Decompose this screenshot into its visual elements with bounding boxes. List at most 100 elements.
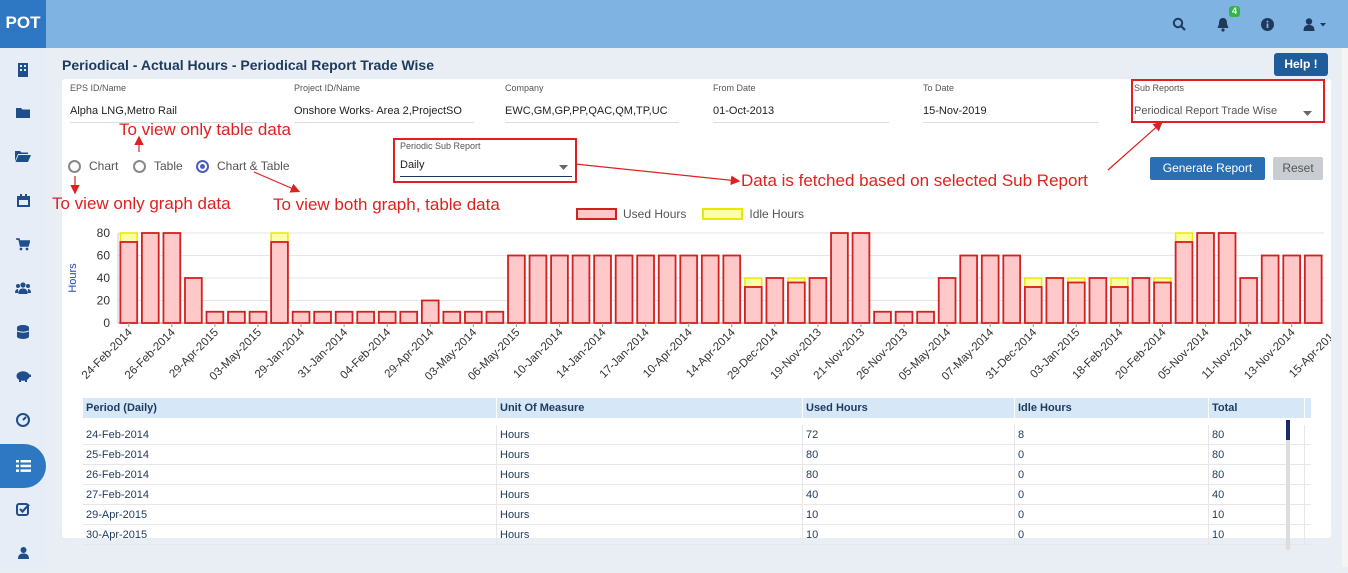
user-icon	[17, 547, 29, 559]
company-field[interactable]: Company EWC,GM,GP,PP,QAC,QM,TP,UC	[505, 83, 679, 123]
radio-table-label: Table	[154, 159, 183, 173]
sidebar-item-profile[interactable]	[0, 533, 46, 573]
help-button[interactable]: Help !	[1274, 53, 1328, 76]
cell-period: 29-Apr-2015	[83, 505, 497, 524]
radio-chart-dot[interactable]	[68, 159, 81, 173]
eps-field[interactable]: EPS ID/Name Alpha LNG,Metro Rail	[70, 83, 266, 123]
bar-used	[614, 254, 634, 324]
cell-idle: 0	[1015, 505, 1209, 524]
cell-idle: 0	[1015, 525, 1209, 544]
sidebar-item-folder[interactable]	[0, 92, 46, 132]
cell-idle: 0	[1015, 445, 1209, 464]
to-date-label: To Date	[923, 83, 955, 93]
bar-used	[1131, 277, 1151, 324]
radio-chart[interactable]: Chart	[68, 159, 118, 173]
bar-used	[485, 310, 505, 324]
bar-used	[334, 310, 354, 324]
from-date-field[interactable]: From Date 01-Oct-2013	[713, 83, 889, 123]
to-date-field[interactable]: To Date 15-Nov-2019	[923, 83, 1099, 123]
y-tick-label: 40	[97, 271, 111, 285]
cell-used: 40	[803, 485, 1015, 504]
table-row[interactable]: 25-Feb-2014 Hours 80 0 80	[83, 445, 1311, 465]
folder-icon	[16, 107, 30, 118]
header-period[interactable]: Period (Daily)	[83, 398, 497, 418]
bar-used	[851, 232, 871, 324]
chart-legend: Used Hours Idle Hours	[576, 207, 804, 221]
bell-icon[interactable]: 4	[1214, 6, 1240, 33]
reset-button[interactable]: Reset	[1273, 157, 1323, 180]
to-date-value[interactable]: 15-Nov-2019	[923, 105, 1099, 123]
bar-used	[356, 310, 375, 324]
periodic-sub-report-field[interactable]: Periodic Sub Report Daily	[400, 141, 572, 177]
periodic-sub-report-select[interactable]: Daily	[400, 159, 572, 177]
radio-chart-table-dot[interactable]	[196, 159, 209, 173]
table-header: Period (Daily) Unit Of Measure Used Hour…	[83, 398, 1311, 418]
folder-open-icon	[15, 151, 31, 162]
bar-used	[787, 281, 806, 324]
sidebar-item-piggy-bank[interactable]	[0, 356, 46, 396]
cell-total: 80	[1209, 425, 1305, 444]
cell-period: 27-Feb-2014	[83, 485, 497, 504]
periodic-sub-report-label: Periodic Sub Report	[400, 141, 481, 151]
hours-chart: 020406080Hours24-Feb-201426-Feb-201429-A…	[67, 226, 1331, 383]
info-icon[interactable]	[1258, 15, 1276, 33]
sidebar-item-building[interactable]	[0, 50, 46, 90]
company-value[interactable]: EWC,GM,GP,PP,QAC,QM,TP,UC	[505, 105, 679, 123]
radio-table-dot[interactable]	[133, 159, 146, 173]
from-date-value[interactable]: 01-Oct-2013	[713, 105, 889, 123]
radio-chart-table[interactable]: Chart & Table	[196, 159, 290, 173]
eps-label: EPS ID/Name	[70, 83, 127, 93]
top-bar: POT 4	[0, 0, 1348, 48]
table-row[interactable]: 29-Apr-2015 Hours 10 0 10	[83, 505, 1311, 525]
cell-unit: Hours	[497, 485, 803, 504]
bar-used	[894, 310, 914, 324]
search-icon[interactable]	[1170, 15, 1188, 33]
sidebar-item-calendar[interactable]	[0, 180, 46, 220]
legend-idle-swatch	[702, 208, 744, 220]
sidebar-item-database[interactable]	[0, 312, 46, 352]
app-logo[interactable]: POT	[0, 0, 46, 48]
bar-used	[1217, 232, 1237, 324]
sidebar-item-cart[interactable]	[0, 224, 46, 264]
table-scrollbar-thumb[interactable]	[1286, 420, 1290, 440]
page-scrollbar[interactable]	[1342, 48, 1348, 567]
generate-report-button[interactable]: Generate Report	[1150, 157, 1265, 180]
sidebar-item-list[interactable]	[0, 444, 46, 488]
building-icon	[18, 63, 28, 77]
bar-used	[722, 254, 742, 324]
sidebar-item-folder-open[interactable]	[0, 136, 46, 176]
project-value[interactable]: Onshore Works- Area 2,ProjectSO	[294, 105, 474, 123]
bar-used	[873, 310, 892, 324]
cell-total: 10	[1209, 505, 1305, 524]
bar-used	[184, 277, 203, 324]
dashboard-icon	[16, 413, 30, 427]
sidebar-item-dashboard[interactable]	[0, 400, 46, 440]
table-row[interactable]: 24-Feb-2014 Hours 72 8 80	[83, 425, 1311, 445]
project-field[interactable]: Project ID/Name Onshore Works- Area 2,Pr…	[294, 83, 474, 123]
cart-icon	[16, 237, 30, 250]
bar-used	[442, 310, 462, 324]
bar-used	[1088, 277, 1108, 324]
annotation-both: To view both graph, table data	[273, 195, 500, 214]
header-used[interactable]: Used Hours	[803, 398, 1015, 418]
table-row[interactable]: 26-Feb-2014 Hours 80 0 80	[83, 465, 1311, 485]
header-total[interactable]: Total	[1209, 398, 1305, 418]
cell-idle: 0	[1015, 485, 1209, 504]
user-menu-icon[interactable]	[1302, 15, 1330, 33]
cell-total: 40	[1209, 485, 1305, 504]
bar-used	[1045, 277, 1065, 324]
sidebar-item-tasks[interactable]	[0, 489, 46, 529]
sub-reports-highlight	[1131, 79, 1325, 123]
cell-total: 80	[1209, 445, 1305, 464]
header-idle[interactable]: Idle Hours	[1015, 398, 1209, 418]
bar-used	[657, 254, 677, 324]
table-row[interactable]: 30-Apr-2015 Hours 10 0 10	[83, 525, 1311, 545]
table-row[interactable]: 27-Feb-2014 Hours 40 0 40	[83, 485, 1311, 505]
sidebar-item-users[interactable]	[0, 268, 46, 308]
header-unit[interactable]: Unit Of Measure	[497, 398, 803, 418]
radio-table[interactable]: Table	[133, 159, 183, 173]
cell-total: 80	[1209, 465, 1305, 484]
bar-used	[1196, 232, 1215, 324]
list-icon	[15, 460, 31, 472]
main-content: Periodical - Actual Hours - Periodical R…	[52, 50, 1331, 550]
